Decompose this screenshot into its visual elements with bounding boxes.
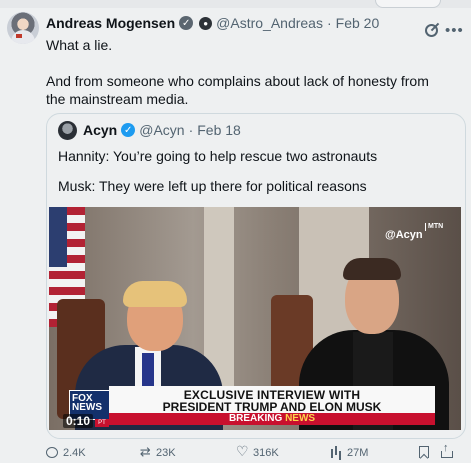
heart-icon [236, 443, 249, 460]
chyron-line2: PRESIDENT TRUMP AND ELON MUSK [162, 400, 382, 414]
avatar-suit [11, 30, 35, 44]
retweet-icon [139, 446, 152, 459]
quote-text: Hannity: You’re going to help rescue two… [58, 147, 458, 195]
repost-count: 23K [156, 446, 176, 459]
views-chart-icon [330, 446, 343, 459]
action-bar: 2.4K 23K 316K 27M [46, 442, 460, 462]
tweet-text: What a lie. And from someone who complai… [46, 36, 446, 108]
pt-badge: PT [95, 419, 109, 427]
like-count: 316K [253, 446, 279, 459]
avatar-patch [16, 34, 22, 38]
quote-tweet-card[interactable]: Acyn ✓ @Acyn · Feb 18 Hannity: You’re go… [46, 113, 466, 439]
reply-button[interactable]: 2.4K [46, 446, 86, 459]
video-player[interactable]: @Acyn MTN FOX NEWS EXCLUSIVE INTERVIEW W… [49, 207, 461, 430]
quote-date: Feb 18 [197, 122, 241, 138]
verified-badge-icon: ✓ [121, 123, 136, 137]
bookmark-icon[interactable] [419, 446, 429, 458]
verified-badge-icon: ✓ [179, 16, 194, 30]
tweet-text-para2: And from someone who complains about lac… [46, 73, 429, 107]
quote-author-name: Acyn [83, 122, 118, 138]
quote-author-handle: @Acyn [139, 122, 185, 138]
video-duration: 0:10 [63, 414, 94, 428]
quote-author-avatar [58, 121, 77, 140]
tweet-header: Andreas Mogensen ✓ ● @Astro_Andreas · Fe… [46, 15, 379, 31]
views-button[interactable]: 27M [330, 446, 368, 459]
repost-button[interactable]: 23K [139, 446, 176, 459]
tweet-date[interactable]: Feb 20 [336, 15, 380, 31]
video-watermark: @Acyn [385, 229, 423, 241]
fox-news-logo-text: FOX NEWS [72, 393, 102, 413]
quote-text-line2: Musk: They were left up there for politi… [58, 178, 367, 194]
tweet-text-line1: What a lie. [46, 37, 113, 53]
more-icon[interactable]: ••• [445, 22, 464, 39]
gov-badge-icon: ● [199, 16, 213, 30]
share-icon[interactable] [441, 442, 453, 458]
quote-text-line1: Hannity: You’re going to help rescue two… [58, 148, 378, 164]
separator-dot: · [326, 15, 332, 31]
separator-dot: · [188, 122, 194, 138]
news-label: NEWS [285, 413, 316, 424]
person-left-hair [123, 281, 187, 307]
views-count: 27M [347, 446, 369, 459]
breaking-news-banner: BREAKING NEWS [109, 413, 435, 425]
top-pill-button[interactable] [375, 0, 441, 8]
author-avatar[interactable] [7, 12, 39, 44]
reply-icon [46, 446, 59, 459]
flag-canton [49, 207, 67, 267]
quote-header: Acyn ✓ @Acyn · Feb 18 [83, 122, 241, 138]
breaking-label: BREAKING [228, 413, 283, 424]
person-right-hair [343, 258, 401, 280]
author-name[interactable]: Andreas Mogensen [46, 15, 175, 31]
mtn-logo: MTN [425, 223, 443, 231]
like-button[interactable]: 316K [236, 443, 279, 460]
author-handle[interactable]: @Astro_Andreas [216, 15, 323, 31]
reply-count: 2.4K [63, 446, 86, 459]
